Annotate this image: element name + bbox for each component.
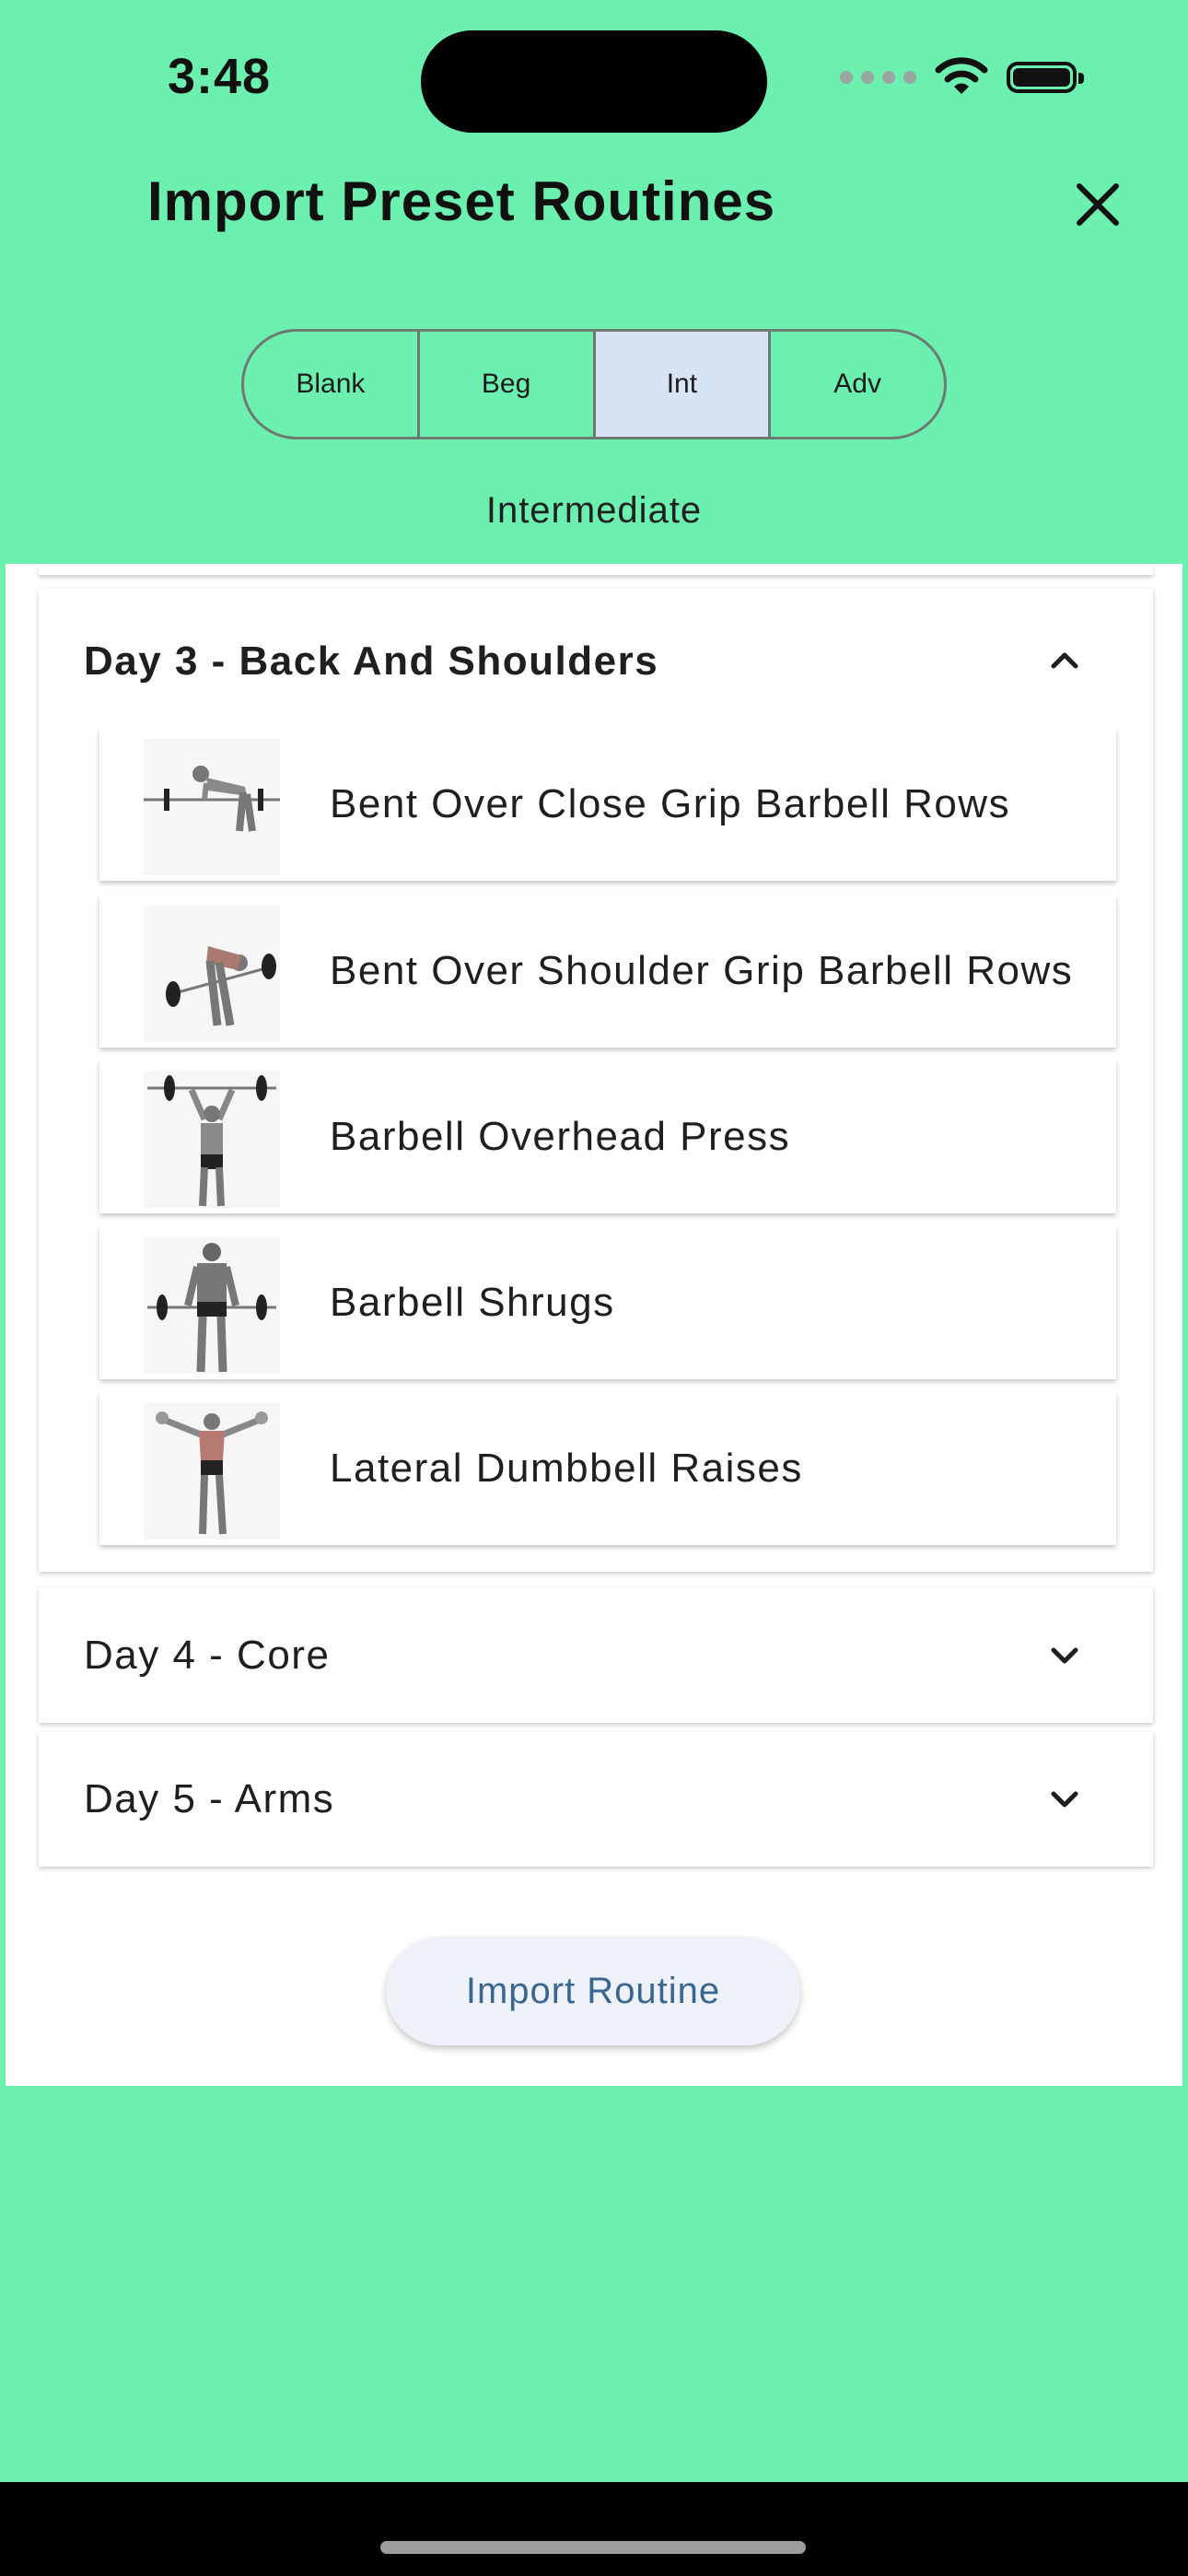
segment-blank[interactable]: Blank (244, 332, 420, 437)
exercise-name: Bent Over Close Grip Barbell Rows (330, 781, 1011, 826)
home-indicator[interactable] (380, 2541, 806, 2554)
day-3-title[interactable]: Day 3 - Back And Shoulders (84, 638, 658, 685)
chevron-down-icon[interactable] (1044, 1635, 1085, 1676)
exercise-name: Bent Over Shoulder Grip Barbell Rows (330, 948, 1074, 993)
status-time: 3:48 (168, 49, 272, 104)
exercise-name: Lateral Dumbbell Raises (330, 1446, 803, 1491)
segment-beginner[interactable]: Beg (420, 332, 596, 437)
exercise-thumbnail (144, 1237, 280, 1374)
day-card-4[interactable]: Day 4 - Core (39, 1588, 1153, 1723)
exercise-item[interactable]: Bent Over Shoulder Grip Barbell Rows (99, 895, 1116, 1048)
import-routine-button[interactable]: Import Routine (386, 1937, 800, 2045)
exercise-item[interactable]: Barbell Overhead Press (99, 1060, 1116, 1213)
exercise-item[interactable]: Barbell Shrugs (99, 1226, 1116, 1379)
wifi-icon (935, 57, 988, 94)
status-icons (840, 57, 1084, 98)
close-icon[interactable] (1068, 175, 1127, 234)
exercise-item[interactable]: Lateral Dumbbell Raises (99, 1392, 1116, 1545)
previous-day-card-edge (39, 564, 1153, 575)
bottom-bar (0, 2482, 1188, 2576)
level-segmented-control: Blank Beg Int Adv (241, 329, 947, 439)
routine-sheet: Day 3 - Back And Shoulders Bent Over Clo… (6, 564, 1182, 2086)
level-label: Intermediate (485, 490, 703, 531)
day-5-title: Day 5 - Arms (84, 1776, 335, 1821)
dynamic-island (421, 30, 767, 133)
exercise-item[interactable]: Bent Over Close Grip Barbell Rows (99, 728, 1116, 881)
exercise-thumbnail (144, 1403, 280, 1540)
day-card-5[interactable]: Day 5 - Arms (39, 1732, 1153, 1867)
battery-icon (1007, 62, 1084, 93)
chevron-up-icon[interactable] (1044, 640, 1085, 681)
chevron-down-icon[interactable] (1044, 1779, 1085, 1820)
segment-advanced[interactable]: Adv (771, 332, 944, 437)
day-4-title: Day 4 - Core (84, 1633, 331, 1678)
cellular-dots-icon (840, 71, 916, 84)
exercise-name: Barbell Overhead Press (330, 1114, 791, 1159)
exercise-thumbnail (144, 1071, 280, 1208)
page-title: Import Preset Routines (147, 170, 776, 232)
day-card-3: Day 3 - Back And Shoulders Bent Over Clo… (39, 589, 1153, 1572)
segment-intermediate[interactable]: Int (595, 332, 772, 437)
exercise-name: Barbell Shrugs (330, 1280, 615, 1325)
exercise-thumbnail (144, 739, 280, 875)
exercise-thumbnail (144, 906, 280, 1042)
